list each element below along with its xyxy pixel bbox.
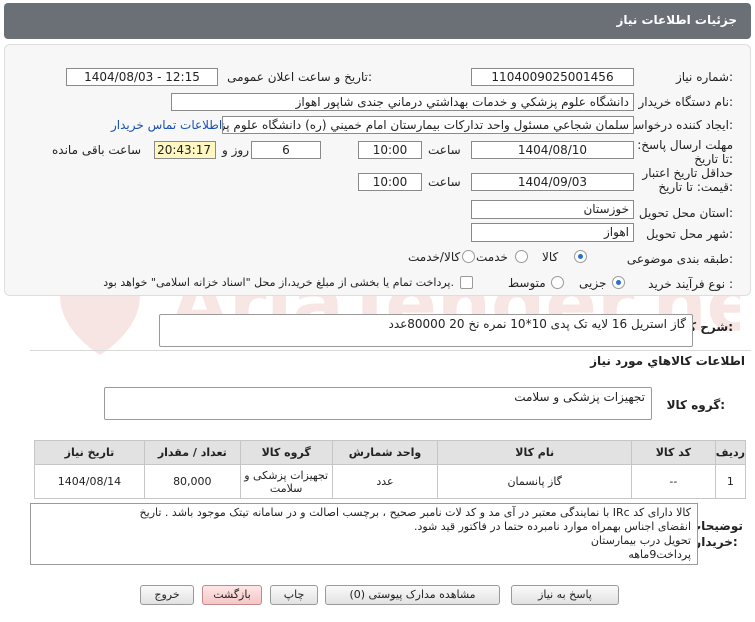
table-header: تعداد / مقدار: [143, 440, 241, 465]
category-radio-goods[interactable]: [574, 250, 587, 263]
category-radio-service[interactable]: [515, 250, 528, 263]
deadline-time-field[interactable]: 10:00: [358, 141, 422, 159]
goods-group-label: گروه کالا:: [666, 398, 725, 412]
table-cell: تجهیزات پزشکی و سلامت: [239, 464, 333, 499]
table-cell: --: [630, 464, 716, 499]
announce-date-field[interactable]: 1404/08/03 - 12:15: [66, 68, 218, 86]
table-header: تاریخ نیاز: [34, 440, 145, 465]
buyer-org-label: نام دستگاه خریدار:: [638, 95, 734, 109]
page-header: جزئیات اطلاعات نیاز: [4, 3, 751, 39]
table-cell: عدد: [331, 464, 439, 499]
process-label: نوع فرآیند خرید :: [648, 277, 733, 291]
remaining-time-label: ساعت باقی مانده: [52, 143, 142, 157]
view-attachments-button[interactable]: مشاهده مدارک پیوستی (0): [325, 585, 500, 605]
table-cell: 1404/08/14: [34, 464, 145, 499]
table-header: ردیف: [714, 440, 747, 465]
table-header-row: ردیف کد کالا نام کالا واحد شمارش گروه کا…: [34, 440, 747, 465]
category-radio-goods-service[interactable]: [462, 250, 475, 263]
note-line: تحویل درب بیمارستان: [590, 534, 691, 547]
days-remaining-field[interactable]: 6: [251, 141, 321, 159]
table-header: کد کالا: [630, 440, 716, 465]
note-line: کالا دارای کد IRc با نمایندگی معتبر در آ…: [139, 506, 691, 519]
page-title: جزئیات اطلاعات نیاز: [616, 13, 737, 27]
goods-table: ردیف کد کالا نام کالا واحد شمارش گروه کا…: [34, 440, 747, 499]
divider: [30, 350, 751, 351]
days-label: روز و: [222, 143, 249, 157]
need-number-field[interactable]: 1104009025001456: [471, 68, 634, 86]
validity-label: حداقل تاریخ اعتبار قیمت: تا تاریخ:: [642, 166, 733, 194]
goods-group-field[interactable]: تجهیزات پزشکی و سلامت: [104, 387, 652, 420]
back-button[interactable]: بازگشت: [202, 585, 262, 605]
process-radio-minor[interactable]: [612, 276, 625, 289]
treasury-payment-note: پرداخت تمام یا بخشی از مبلغ خرید،از محل …: [103, 276, 454, 289]
table-header: نام کالا: [437, 440, 632, 465]
table-cell: 1: [714, 464, 747, 499]
deadline-date-field[interactable]: 1404/08/10: [471, 141, 634, 159]
deadline-time-label: ساعت: [428, 143, 461, 157]
need-number-label: شماره نیاز:: [675, 70, 733, 84]
category-option-goods: کالا: [542, 250, 559, 264]
category-option-service: خدمت: [476, 250, 508, 264]
process-option-medium: متوسط: [508, 276, 546, 290]
table-header: گروه کالا: [239, 440, 333, 465]
buyer-contact-link[interactable]: اطلاعات تماس خریدار: [111, 118, 222, 132]
deadline-label: مهلت ارسال پاسخ: تا تاریخ:: [637, 138, 733, 166]
process-option-minor: جزیی: [579, 276, 607, 290]
table-header: واحد شمارش: [331, 440, 439, 465]
city-label: شهر محل تحویل:: [646, 227, 733, 241]
announce-date-label: تاریخ و ساعت اعلان عمومی:: [227, 70, 372, 84]
note-line: پرداخت9ماهه: [628, 548, 691, 561]
category-option-goods-service: کالا/خدمت: [408, 250, 461, 264]
note-line: انقضای اجناس بهمراه موارد نامبرده حتما د…: [413, 520, 691, 533]
requester-label: ایجاد کننده درخواست:: [622, 118, 733, 132]
validity-date-field[interactable]: 1404/09/03: [471, 173, 634, 191]
province-label: استان محل تحویل:: [638, 206, 733, 220]
summary-field[interactable]: گاز استریل 16 لایه تک پدی 10*10 نمره نخ …: [159, 314, 693, 347]
process-radio-medium[interactable]: [551, 276, 564, 289]
table-row[interactable]: 1 -- گاز پانسمان عدد تجهیزات پزشکی و سلا…: [34, 464, 747, 499]
treasury-payment-checkbox[interactable]: [460, 276, 473, 289]
category-label: طبقه بندی موضوعی:: [626, 252, 733, 266]
goods-info-title: اطلاعات کالاهاي مورد نياز: [590, 354, 745, 368]
exit-button[interactable]: خروج: [140, 585, 194, 605]
province-field[interactable]: خوزستان: [471, 200, 634, 219]
table-cell: گاز پانسمان: [437, 464, 632, 499]
buyer-notes-field[interactable]: کالا دارای کد IRc با نمایندگی معتبر در آ…: [30, 503, 698, 565]
validity-time-label: ساعت: [428, 175, 461, 189]
requester-field[interactable]: سلمان شجاعي مسئول واحد تداركات بيمارستان…: [222, 116, 634, 134]
validity-time-field[interactable]: 10:00: [358, 173, 422, 191]
buyer-org-field[interactable]: دانشگاه علوم پزشکي و خدمات بهداشتي درمان…: [171, 93, 634, 111]
reply-button[interactable]: پاسخ به نیاز: [511, 585, 619, 605]
remaining-time-field: 20:43:17: [154, 141, 216, 159]
city-field[interactable]: اهواز: [471, 223, 634, 242]
print-button[interactable]: چاپ: [270, 585, 318, 605]
table-cell: 80,000: [143, 464, 241, 499]
